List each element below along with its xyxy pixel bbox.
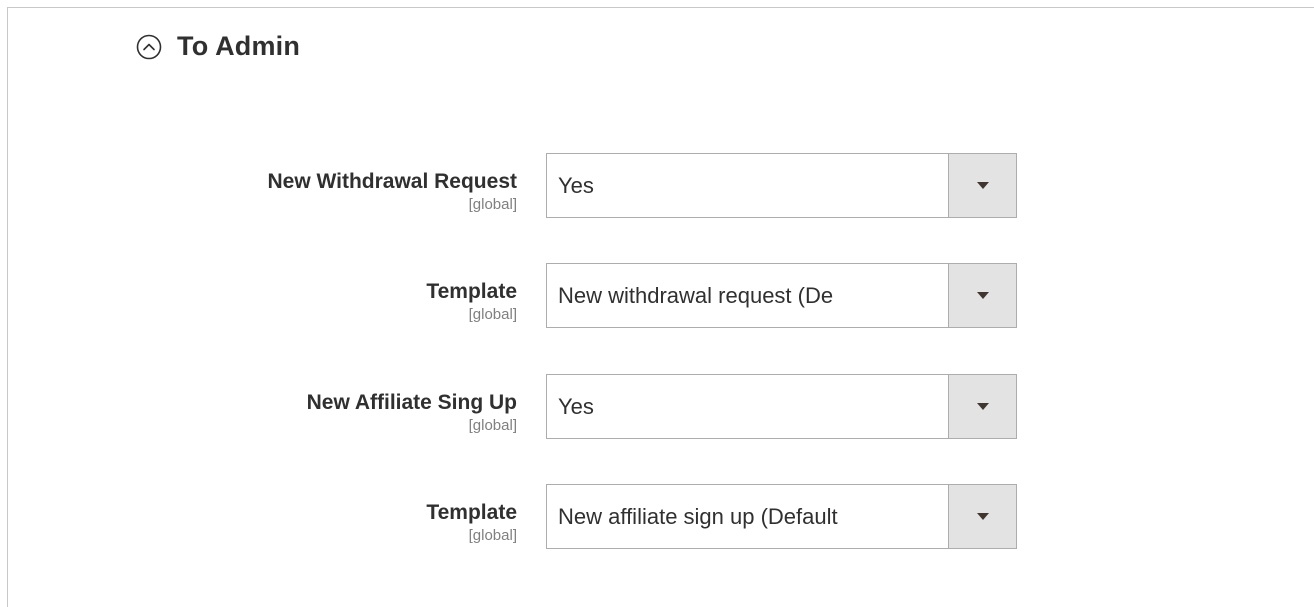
section-title: To Admin: [177, 31, 301, 61]
caret-down-icon: [977, 513, 989, 520]
section-header-to-admin[interactable]: To Admin: [136, 31, 300, 62]
dropdown-button[interactable]: [948, 264, 1016, 327]
scope-label: [global]: [468, 417, 517, 434]
caret-down-icon: [977, 292, 989, 299]
field-label: Template: [426, 501, 517, 524]
field-label-group: New Withdrawal Request [global]: [267, 169, 517, 214]
field-label-group: Template [global]: [426, 279, 517, 324]
select-value: New affiliate sign up (Default: [558, 504, 838, 529]
field-row-new-withdrawal-request: New Withdrawal Request [global] Yes: [0, 153, 1100, 219]
field-row-new-affiliate-sign-up: New Affiliate Sing Up [global] Yes: [0, 374, 1100, 440]
caret-down-icon: [977, 403, 989, 410]
new-affiliate-sign-up-select[interactable]: Yes: [546, 374, 1017, 439]
dropdown-button[interactable]: [948, 485, 1016, 548]
scope-label: [global]: [468, 196, 517, 213]
field-row-withdrawal-template: Template [global] New withdrawal request…: [0, 263, 1100, 329]
withdrawal-template-select[interactable]: New withdrawal request (De: [546, 263, 1017, 328]
field-label-group: Template [global]: [426, 500, 517, 545]
dropdown-button[interactable]: [948, 154, 1016, 217]
field-label: Template: [426, 280, 517, 303]
scope-label: [global]: [468, 306, 517, 323]
field-label-group: New Affiliate Sing Up [global]: [307, 390, 517, 435]
select-value: New withdrawal request (De: [558, 283, 834, 308]
field-label: New Withdrawal Request: [267, 170, 517, 193]
dropdown-button[interactable]: [948, 375, 1016, 438]
field-label: New Affiliate Sing Up: [306, 391, 517, 414]
select-value: Yes: [558, 394, 594, 419]
chevron-up-circle-icon[interactable]: [136, 34, 162, 60]
caret-down-icon: [977, 182, 989, 189]
affiliate-template-select[interactable]: New affiliate sign up (Default: [546, 484, 1017, 549]
select-value: Yes: [558, 173, 594, 198]
new-withdrawal-request-select[interactable]: Yes: [546, 153, 1017, 218]
scope-label: [global]: [468, 527, 517, 544]
field-row-affiliate-template: Template [global] New affiliate sign up …: [0, 484, 1100, 550]
